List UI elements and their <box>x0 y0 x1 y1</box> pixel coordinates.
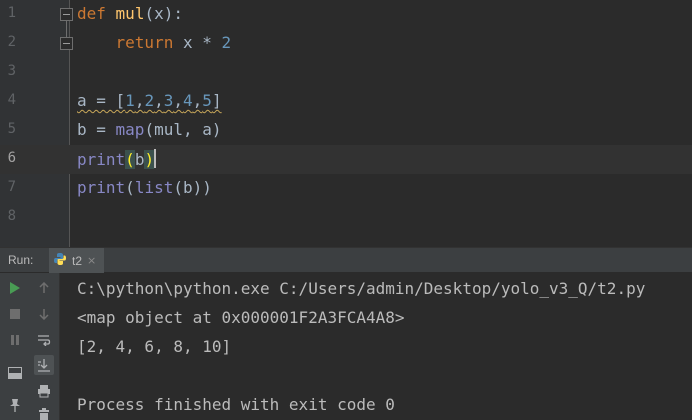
pause-button[interactable] <box>5 330 25 350</box>
code-line[interactable]: 5 b = map(mul, a) <box>0 116 692 145</box>
code-token: (x): <box>144 4 183 23</box>
code-token: ] <box>211 91 222 110</box>
restore-layout-button[interactable] <box>5 363 25 383</box>
code-token: , <box>173 91 184 110</box>
console-command-line[interactable]: C:\python\python.exe C:/Users/admin/Desk… <box>77 279 645 299</box>
code-token: , <box>192 91 203 110</box>
rerun-button[interactable] <box>5 278 25 298</box>
run-tab-label: t2 <box>72 253 83 268</box>
console-output-line: [2, 4, 6, 8, 10] <box>77 337 232 356</box>
pause-icon <box>11 335 19 345</box>
line-number: 8 <box>7 208 16 224</box>
next-occurrence-button[interactable] <box>34 304 54 324</box>
code-token: (mul, a) <box>144 120 222 139</box>
soft-wrap-button[interactable] <box>34 330 54 350</box>
arrow-up-icon <box>39 282 49 293</box>
number-literal: 4 <box>183 91 193 110</box>
code-line[interactable]: 8 <box>0 203 692 232</box>
restore-layout-icon <box>8 367 22 379</box>
console-output-line: <map object at 0x000001F2A3FCA4A8> <box>77 308 405 327</box>
pin-icon <box>10 399 20 412</box>
fold-end-icon[interactable] <box>60 37 73 50</box>
line-number: 6 <box>7 150 16 166</box>
code-token: b <box>134 150 145 169</box>
matched-paren: ) <box>144 150 155 169</box>
run-label: Run: <box>8 253 34 267</box>
builtin-function: print <box>77 150 126 169</box>
line-number: 4 <box>7 92 16 108</box>
code-text-with-warning[interactable]: a = [1,2,3,4,5] <box>77 91 222 111</box>
code-token: (b)) <box>173 178 212 197</box>
number-literal: 1 <box>125 91 135 110</box>
print-icon <box>38 385 50 398</box>
arrow-down-icon <box>39 309 49 320</box>
code-editor[interactable]: 1 def mul(x): 2 return x * 2 3 4 a = [1,… <box>0 0 692 247</box>
fold-collapse-icon[interactable] <box>60 8 73 21</box>
code-token: ( <box>125 178 135 197</box>
function-name: mul <box>115 4 145 23</box>
code-line[interactable]: 4 a = [1,2,3,4,5] <box>0 87 692 116</box>
previous-occurrence-button[interactable] <box>34 278 54 298</box>
code-token: , <box>154 91 164 110</box>
line-number: 1 <box>7 5 16 21</box>
code-line[interactable]: 3 <box>0 58 692 87</box>
scroll-to-end-icon <box>38 359 50 372</box>
code-token: b = <box>77 120 116 139</box>
code-token: , <box>134 91 145 110</box>
keyword: def <box>77 4 106 23</box>
line-number: 2 <box>7 34 16 50</box>
code-line-current[interactable]: 6 print(b) <box>0 145 692 174</box>
code-text[interactable]: b = map(mul, a) <box>77 120 222 140</box>
code-line[interactable]: 1 def mul(x): <box>0 0 692 29</box>
python-file-icon <box>53 251 67 270</box>
pin-tab-button[interactable] <box>5 395 25 415</box>
code-text[interactable]: return x * 2 <box>77 33 232 53</box>
run-tool-window-header: Run: t2 × <box>0 247 692 273</box>
code-line[interactable]: 7 print(list(b)) <box>0 174 692 203</box>
soft-wrap-icon <box>38 335 51 346</box>
code-line[interactable]: 2 return x * 2 <box>0 29 692 58</box>
text-caret <box>154 149 157 168</box>
clear-all-button[interactable] <box>34 405 54 420</box>
line-number: 3 <box>7 63 16 79</box>
console-exit-status: Process finished with exit code 0 <box>77 395 395 414</box>
builtin-function: map <box>115 120 145 139</box>
code-text[interactable]: def mul(x): <box>77 4 183 24</box>
close-icon[interactable]: × <box>87 254 96 267</box>
keyword: return <box>115 33 174 52</box>
stop-button[interactable] <box>5 304 25 324</box>
code-text[interactable]: print(list(b)) <box>77 178 212 198</box>
number-literal: 2 <box>144 91 155 110</box>
run-toolbar <box>0 273 60 420</box>
line-number: 5 <box>7 121 16 137</box>
matched-paren: ( <box>125 150 135 169</box>
builtin-function: print <box>77 178 126 197</box>
number-literal: 3 <box>163 91 174 110</box>
number-literal: 2 <box>221 33 232 52</box>
run-config-tab[interactable]: t2 × <box>49 248 105 273</box>
scroll-to-end-button[interactable] <box>34 355 54 375</box>
builtin-function: list <box>134 178 174 197</box>
trash-icon <box>39 408 49 420</box>
stop-icon <box>10 309 20 319</box>
code-token: x * <box>173 33 222 52</box>
fold-guide <box>66 21 67 38</box>
console-output[interactable]: C:\python\python.exe C:/Users/admin/Desk… <box>61 273 692 420</box>
line-number: 7 <box>7 179 16 195</box>
number-literal: 5 <box>202 91 212 110</box>
print-button[interactable] <box>34 381 54 401</box>
code-text[interactable]: print(b) <box>77 149 157 170</box>
play-icon <box>10 282 20 294</box>
code-token: a = [ <box>77 91 126 110</box>
